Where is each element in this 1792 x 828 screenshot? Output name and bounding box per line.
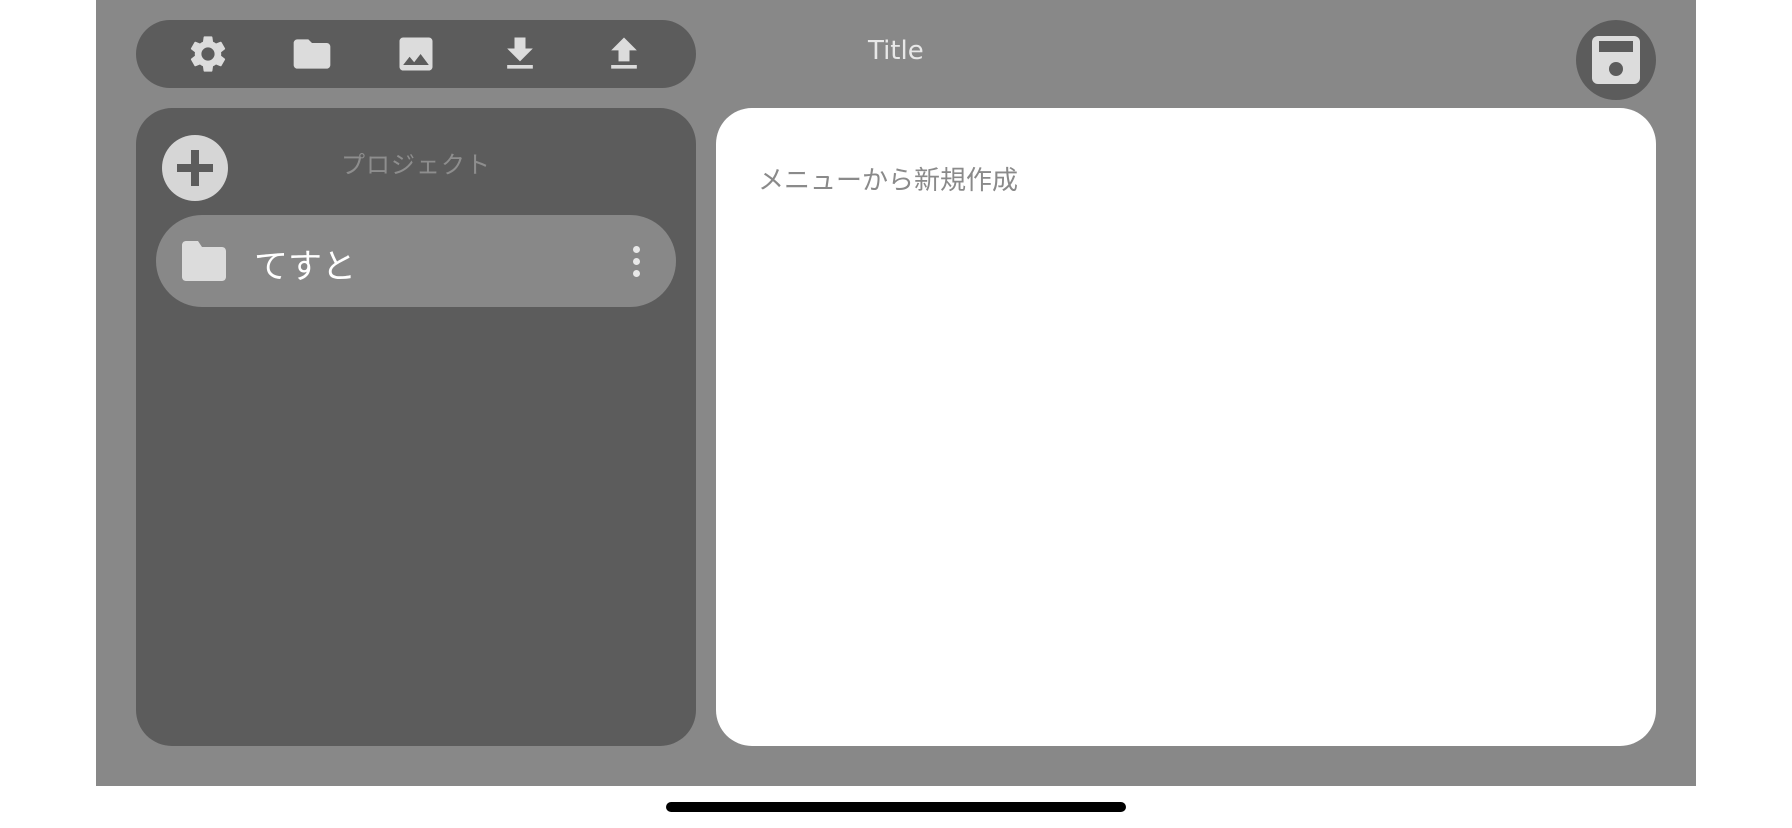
editor-panel[interactable]: メニューから新規作成 <box>716 108 1656 746</box>
plus-icon <box>177 150 213 186</box>
settings-button[interactable] <box>180 26 236 82</box>
upload-button[interactable] <box>596 26 652 82</box>
home-indicator[interactable] <box>666 802 1126 812</box>
kebab-dot <box>632 245 640 253</box>
save-button[interactable] <box>1576 20 1656 100</box>
page-title: Title <box>868 36 924 66</box>
more-vertical-icon[interactable] <box>622 235 650 287</box>
upload-icon <box>611 37 637 69</box>
floppy-disk-icon <box>1592 36 1640 84</box>
empty-state-text: メニューから新規作成 <box>758 166 1019 196</box>
image-icon <box>399 37 433 71</box>
kebab-dot <box>632 257 640 265</box>
project-name: てすと <box>254 247 356 287</box>
kebab-dot <box>632 269 640 277</box>
image-button[interactable] <box>388 26 444 82</box>
toolbar <box>136 20 696 88</box>
download-icon <box>507 37 533 69</box>
add-project-button[interactable] <box>162 135 228 201</box>
open-folder-button[interactable] <box>284 26 340 82</box>
gear-icon <box>190 36 226 72</box>
project-folder <box>180 239 228 283</box>
sidebar-title: プロジェクト <box>341 151 491 179</box>
folder-icon <box>182 241 226 281</box>
project-list-item[interactable]: てすと <box>156 215 676 307</box>
download-button[interactable] <box>492 26 548 82</box>
app-window: Title プロジェクト てすと メニューから新規作成 <box>96 0 1696 786</box>
folder-icon <box>293 39 331 69</box>
project-sidebar: プロジェクト てすと <box>136 108 696 746</box>
